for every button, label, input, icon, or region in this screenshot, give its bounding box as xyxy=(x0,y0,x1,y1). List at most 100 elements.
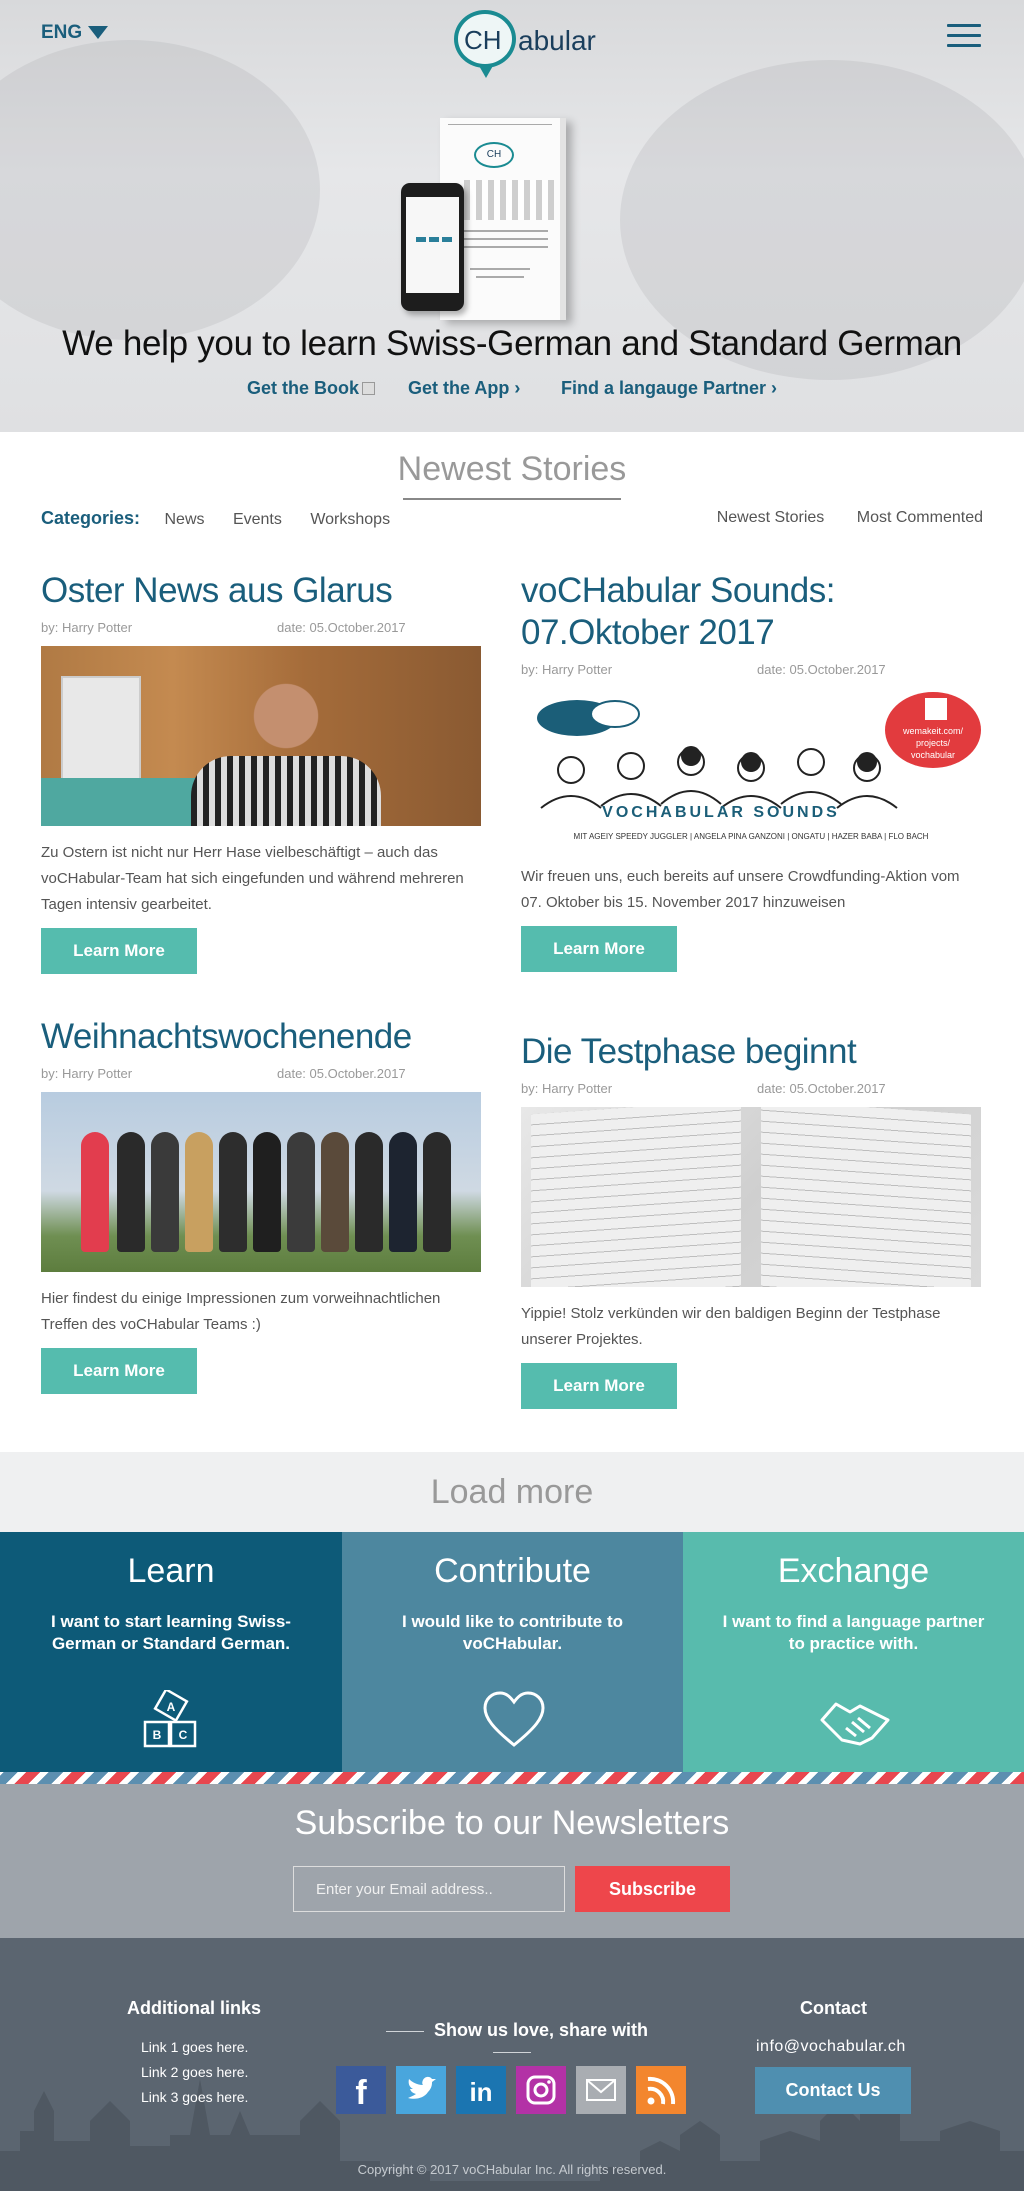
tile-contribute[interactable]: Contribute I would like to contribute to… xyxy=(342,1532,683,1772)
sort-most-commented[interactable]: Most Commented xyxy=(857,509,983,526)
image-caption: MIT AGEIY SPEEDY JUGGLER | ANGELA PINA G… xyxy=(573,832,929,841)
rss-icon[interactable] xyxy=(636,2066,686,2114)
checkbox-icon xyxy=(362,382,376,395)
learn-more-button[interactable]: Learn More xyxy=(41,928,197,974)
logo-text: abular xyxy=(518,25,596,56)
story-title[interactable]: Weihnachtswochenende xyxy=(41,1016,481,1058)
instagram-icon[interactable] xyxy=(516,2066,566,2114)
svg-text:projects/: projects/ xyxy=(916,738,951,748)
contact-email[interactable]: info@vochabular.ch xyxy=(756,2038,906,2056)
svg-text:C: C xyxy=(179,1728,188,1742)
abc-blocks-icon: AB C xyxy=(143,1690,197,1748)
contact-heading: Contact xyxy=(800,1998,867,2018)
twitter-icon[interactable] xyxy=(396,2066,446,2114)
airmail-stripe xyxy=(0,1772,1024,1784)
story-date: date: 05.October.2017 xyxy=(277,620,406,635)
story-image[interactable] xyxy=(41,646,481,826)
svg-text:B: B xyxy=(153,1728,162,1742)
handshake-icon xyxy=(820,1702,890,1746)
hamburger-menu-icon[interactable] xyxy=(947,24,981,48)
learn-more-button[interactable]: Learn More xyxy=(41,1348,197,1394)
story-excerpt: Wir freuen uns, euch bereits auf unsere … xyxy=(521,868,960,911)
hero-banner: ENG CH abular CH We help you to learn Sw… xyxy=(0,0,1024,432)
tile-text: I want to start learning Swiss-German or… xyxy=(51,1612,291,1653)
share-heading: Show us love, share with xyxy=(360,2020,664,2062)
footer-link[interactable]: Link 2 goes here. xyxy=(141,2064,248,2080)
title-underline xyxy=(403,498,621,500)
story-excerpt: Hier findest du einige Impressionen zum … xyxy=(41,1290,441,1333)
newsletter-section: Subscribe to our Newsletters Subscribe xyxy=(0,1784,1024,1938)
categories-label: Categories: xyxy=(41,508,141,528)
story-excerpt: Zu Ostern ist nicht nur Herr Hase vielbe… xyxy=(41,844,464,913)
story-author: by: Harry Potter xyxy=(521,1081,613,1096)
svg-text:f: f xyxy=(355,2074,367,2112)
phone-image xyxy=(401,183,464,311)
facebook-icon[interactable]: f xyxy=(336,2066,386,2114)
tile-text: I would like to contribute to voCHabular… xyxy=(402,1612,623,1653)
mail-icon[interactable] xyxy=(576,2066,626,2114)
background-blur xyxy=(0,40,320,340)
story-title[interactable]: Die Testphase beginnt xyxy=(521,1031,981,1073)
story-date: date: 05.October.2017 xyxy=(757,662,886,677)
category-news[interactable]: News xyxy=(164,511,204,528)
story-image[interactable] xyxy=(41,1092,481,1272)
language-label: ENG xyxy=(41,22,83,43)
get-book-link[interactable]: Get the Book xyxy=(247,378,376,399)
get-app-link[interactable]: Get the App › xyxy=(408,378,520,399)
story-author: by: Harry Potter xyxy=(41,1066,133,1081)
story-card: Weihnachtswochenende by: Harry Potter da… xyxy=(41,1016,481,1394)
story-excerpt: Yippie! Stolz verkünden wir den baldigen… xyxy=(521,1305,941,1348)
category-workshops[interactable]: Workshops xyxy=(310,511,390,528)
footer: Additional links Link 1 goes here. Link … xyxy=(0,1938,1024,2191)
learn-more-button[interactable]: Learn More xyxy=(521,926,677,972)
load-more-button[interactable]: Load more xyxy=(0,1452,1024,1532)
category-filter: Categories: News Events Workshops xyxy=(41,508,414,529)
story-card: voCHabular Sounds: 07.Oktober 2017 by: H… xyxy=(521,570,981,972)
story-date: date: 05.October.2017 xyxy=(277,1066,406,1081)
svg-text:in: in xyxy=(469,2077,492,2107)
tile-title: Exchange xyxy=(777,1552,930,1590)
tile-title: Learn xyxy=(127,1552,215,1590)
sort-options: Newest Stories Most Commented xyxy=(689,509,983,527)
logo-ch: CH xyxy=(464,25,502,55)
section-title: Newest Stories xyxy=(397,450,627,488)
story-card: Die Testphase beginnt by: Harry Potter d… xyxy=(521,1031,981,1409)
category-events[interactable]: Events xyxy=(233,511,282,528)
story-card: Oster News aus Glarus by: Harry Potter d… xyxy=(41,570,481,974)
learn-more-button[interactable]: Learn More xyxy=(521,1363,677,1409)
footer-link[interactable]: Link 3 goes here. xyxy=(141,2089,248,2105)
story-author: by: Harry Potter xyxy=(521,662,613,677)
hero-tagline: We help you to learn Swiss-German and St… xyxy=(62,324,962,363)
hero-links: Get the Book Get the App › Find a langau… xyxy=(0,378,1024,406)
sort-newest[interactable]: Newest Stories xyxy=(717,509,825,526)
tile-learn[interactable]: Learn I want to start learning Swiss-Ger… xyxy=(0,1532,342,1772)
story-image[interactable]: wemakeit.com/ projects/ vochabular VOCHA… xyxy=(521,688,981,850)
svg-text:vochabular: vochabular xyxy=(911,750,955,760)
email-input[interactable] xyxy=(293,1866,565,1912)
story-title[interactable]: Oster News aus Glarus xyxy=(41,570,481,612)
copyright: Copyright © 2017 voCHabular Inc. All rig… xyxy=(357,2162,667,2177)
linkedin-icon[interactable]: in xyxy=(456,2066,506,2114)
contact-us-button[interactable]: Contact Us xyxy=(755,2067,911,2114)
story-author: by: Harry Potter xyxy=(41,620,133,635)
story-image[interactable] xyxy=(521,1107,981,1287)
links-heading: Additional links xyxy=(127,1998,262,2018)
sketch-illustration: wemakeit.com/ projects/ vochabular xyxy=(537,692,981,809)
tile-title: Contribute xyxy=(434,1552,591,1590)
svg-text:wemakeit.com/: wemakeit.com/ xyxy=(902,726,964,736)
book-logo: CH xyxy=(474,142,514,168)
image-title: VOCHABULAR SOUNDS xyxy=(602,804,840,821)
heart-icon xyxy=(483,1691,545,1747)
newsletter-title: Subscribe to our Newsletters xyxy=(294,1804,730,1842)
tile-text: I want to find a language partner to pra… xyxy=(722,1612,985,1653)
site-logo[interactable]: CH abular xyxy=(454,10,604,78)
caret-down-icon xyxy=(88,26,109,40)
svg-text:A: A xyxy=(167,1700,176,1714)
find-partner-link[interactable]: Find a langauge Partner › xyxy=(561,378,777,399)
story-title[interactable]: voCHabular Sounds: 07.Oktober 2017 xyxy=(521,570,981,654)
language-selector[interactable]: ENG xyxy=(41,22,109,44)
footer-link[interactable]: Link 1 goes here. xyxy=(141,2039,248,2055)
subscribe-button[interactable]: Subscribe xyxy=(575,1866,730,1912)
tile-exchange[interactable]: Exchange I want to find a language partn… xyxy=(683,1532,1024,1772)
story-date: date: 05.October.2017 xyxy=(757,1081,886,1096)
